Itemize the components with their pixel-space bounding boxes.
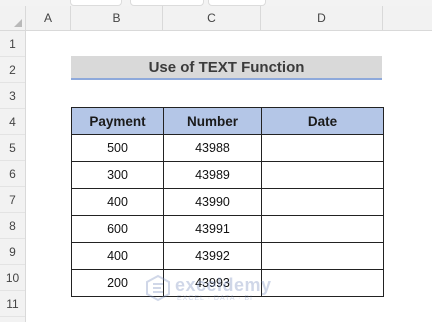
watermark-name: exceldemy [175,275,272,295]
select-all-corner[interactable] [0,6,26,30]
row-header[interactable]: 8 [0,213,25,239]
data-table: Payment Number Date 500 43988 300 43989 … [71,107,384,297]
row-header[interactable]: 10 [0,265,25,291]
watermark: exceldemy EXCEL · DATA · BI [145,274,295,304]
row-header[interactable]: 4 [0,109,25,135]
date-cell[interactable] [261,242,384,270]
watermark-tagline: EXCEL · DATA · BI [177,295,253,302]
row-header[interactable]: 11 [0,291,25,317]
number-cell[interactable]: 43990 [163,188,262,216]
header-date[interactable]: Date [261,107,384,135]
date-cell[interactable] [261,215,384,243]
row-header[interactable]: 2 [0,57,25,83]
number-cell[interactable]: 43988 [163,134,262,162]
row-header[interactable]: 7 [0,187,25,213]
table-header-row: Payment Number Date [71,107,384,135]
date-cell[interactable] [261,161,384,189]
row-header[interactable]: 5 [0,135,25,161]
header-payment[interactable]: Payment [71,107,164,135]
table-row: 400 43990 [71,188,384,216]
column-header-b[interactable]: B [71,6,163,30]
table-row: 500 43988 [71,134,384,162]
sheet-title[interactable]: Use of TEXT Function [71,56,382,80]
column-header-c[interactable]: C [163,6,261,30]
column-headers: A B C D [0,6,432,31]
row-header[interactable]: 6 [0,161,25,187]
table-row: 400 43992 [71,242,384,270]
payment-cell[interactable]: 400 [71,242,164,270]
row-header[interactable]: 1 [0,31,25,57]
date-cell[interactable] [261,188,384,216]
row-header[interactable]: 3 [0,83,25,109]
column-header-d[interactable]: D [261,6,383,30]
row-header[interactable]: 9 [0,239,25,265]
payment-cell[interactable]: 600 [71,215,164,243]
number-cell[interactable]: 43989 [163,161,262,189]
date-cell[interactable] [261,134,384,162]
number-cell[interactable]: 43992 [163,242,262,270]
row-headers: 1 2 3 4 5 6 7 8 9 10 11 [0,31,26,322]
table-row: 600 43991 [71,215,384,243]
number-cell[interactable]: 43991 [163,215,262,243]
payment-cell[interactable]: 300 [71,161,164,189]
header-number[interactable]: Number [163,107,262,135]
payment-cell[interactable]: 400 [71,188,164,216]
column-header-a[interactable]: A [26,6,71,30]
exceldemy-logo-icon [146,274,170,302]
payment-cell[interactable]: 500 [71,134,164,162]
table-row: 300 43989 [71,161,384,189]
